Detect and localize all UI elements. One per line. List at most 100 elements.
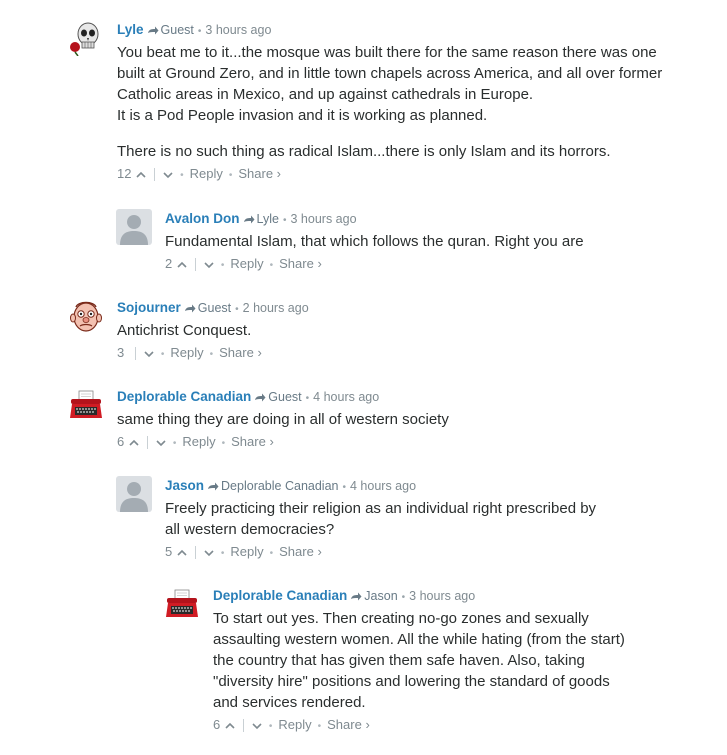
- separator-dot: •: [220, 260, 225, 271]
- comment-paragraph: Fundamental Islam, that which follows th…: [165, 233, 584, 250]
- parent-author[interactable]: Guest: [198, 301, 231, 315]
- separator-dot: •: [160, 349, 165, 360]
- separator-dot: •: [220, 548, 225, 559]
- comment-body: Deplorable Canadian Guest • 4 hours ago sam…: [117, 387, 667, 452]
- comment-timestamp[interactable]: 3 hours ago: [291, 212, 357, 226]
- reply-button[interactable]: Reply: [230, 544, 263, 559]
- upvote-icon[interactable]: [176, 259, 188, 271]
- vote-count: 12: [117, 166, 132, 181]
- comment-footer: 6 • Reply • Share ›: [117, 432, 667, 452]
- author-name[interactable]: Avalon Don: [165, 211, 240, 226]
- comment-text: Antichrist Conquest.: [117, 320, 667, 341]
- comment-footer: 2 • Reply • Share ›: [165, 254, 675, 274]
- comment-text: Fundamental Islam, that which follows th…: [165, 231, 675, 252]
- avatar[interactable]: [68, 20, 104, 56]
- author-name[interactable]: Lyle: [117, 22, 144, 37]
- default-avatar-icon: [116, 209, 152, 245]
- upvote-icon[interactable]: [224, 720, 236, 732]
- vote-count: 5: [165, 544, 173, 559]
- parent-author[interactable]: Guest: [268, 390, 301, 404]
- parent-author[interactable]: Guest: [161, 23, 194, 37]
- separator-dot: •: [268, 721, 273, 732]
- separator-dot: •: [180, 170, 184, 181]
- comment-header: Deplorable Canadian Jason • 3 hours ago: [213, 586, 638, 606]
- separator-dot: •: [269, 260, 274, 271]
- comment-text: same thing they are doing in all of west…: [117, 409, 667, 430]
- share-button[interactable]: Share ›: [279, 256, 322, 271]
- avatar[interactable]: [164, 586, 200, 622]
- vote-divider: [154, 168, 156, 182]
- comment-paragraph: Antichrist Conquest.: [117, 322, 252, 339]
- share-button[interactable]: Share ›: [279, 544, 322, 559]
- comment-text: To start out yes. Then creating no-go zo…: [213, 608, 638, 713]
- separator-dot: •: [317, 721, 322, 732]
- comment-paragraph: You beat me to it...the mosque was built…: [117, 44, 663, 124]
- separator-dot: •: [221, 438, 226, 449]
- downvote-icon[interactable]: [203, 259, 215, 271]
- separator-dot: •: [197, 26, 202, 37]
- comment-timestamp[interactable]: 4 hours ago: [313, 390, 379, 404]
- reply-arrow-icon: [255, 393, 266, 402]
- comment-body: Deplorable Canadian Jason • 3 hours ago To …: [213, 586, 638, 735]
- share-button[interactable]: Share ›: [231, 434, 274, 449]
- upvote-icon[interactable]: [176, 547, 188, 559]
- avatar[interactable]: [68, 298, 104, 334]
- avatar[interactable]: [116, 209, 152, 245]
- downvote-icon[interactable]: [162, 169, 174, 181]
- avatar[interactable]: [116, 476, 152, 512]
- comment-timestamp[interactable]: 2 hours ago: [243, 301, 309, 315]
- reply-button[interactable]: Reply: [170, 345, 203, 360]
- reply-button[interactable]: Reply: [278, 717, 311, 732]
- author-name[interactable]: Sojourner: [117, 300, 181, 315]
- author-name[interactable]: Deplorable Canadian: [117, 389, 251, 404]
- comment-footer: 12 • Reply • Share ›: [117, 164, 667, 184]
- separator-dot: •: [235, 304, 239, 315]
- reply-button[interactable]: Reply: [190, 166, 223, 181]
- reply-arrow-icon: [243, 215, 255, 224]
- typewriter-avatar-icon: [164, 586, 200, 622]
- separator-dot: •: [305, 393, 310, 404]
- parent-author[interactable]: Lyle: [257, 212, 279, 226]
- reply-button[interactable]: Reply: [230, 256, 263, 271]
- downvote-icon[interactable]: [251, 720, 263, 732]
- author-name[interactable]: Deplorable Canadian: [213, 588, 347, 603]
- separator-dot: •: [282, 215, 287, 226]
- comment-paragraph: Freely practicing their religion as an i…: [165, 500, 597, 538]
- avatar[interactable]: [68, 387, 104, 423]
- downvote-icon[interactable]: [143, 348, 155, 360]
- upvote-icon[interactable]: [128, 437, 140, 449]
- comment-timestamp[interactable]: 4 hours ago: [350, 479, 416, 493]
- separator-dot: •: [269, 548, 274, 559]
- author-name[interactable]: Jason: [165, 478, 204, 493]
- parent-author[interactable]: Jason: [364, 589, 397, 603]
- comment-body: Lyle Guest • 3 hours ago You beat me to it.…: [117, 20, 667, 184]
- comment-timestamp[interactable]: 3 hours ago: [205, 23, 271, 37]
- separator-dot: •: [209, 349, 214, 360]
- comment-footer: 3 • Reply • Share ›: [117, 343, 667, 363]
- share-button[interactable]: Share ›: [238, 166, 281, 181]
- comment-header: Deplorable Canadian Guest • 4 hours ago: [117, 387, 667, 407]
- separator-dot: •: [401, 592, 406, 603]
- reply-arrow-icon: [208, 482, 219, 491]
- comment-header: Lyle Guest • 3 hours ago: [117, 20, 667, 40]
- comment-text: Freely practicing their religion as an i…: [165, 498, 615, 540]
- share-button[interactable]: Share ›: [327, 717, 370, 732]
- comment-text: You beat me to it...the mosque was built…: [117, 42, 667, 162]
- upvote-icon[interactable]: [135, 169, 147, 181]
- comment-paragraph: same thing they are doing in all of west…: [117, 411, 449, 428]
- vote-divider: [194, 546, 196, 560]
- downvote-icon[interactable]: [203, 547, 215, 559]
- typewriter-avatar-icon: [68, 387, 104, 423]
- comment-paragraph: To start out yes. Then creating no-go zo…: [213, 610, 625, 711]
- comment-timestamp[interactable]: 3 hours ago: [409, 589, 475, 603]
- downvote-icon[interactable]: [155, 437, 167, 449]
- vote-divider: [194, 258, 196, 272]
- comment-body: Sojourner Guest • 2 hours ago Antichrist Co…: [117, 298, 667, 363]
- parent-author[interactable]: Deplorable Canadian: [221, 479, 338, 493]
- vote-count: 2: [165, 256, 173, 271]
- reply-button[interactable]: Reply: [182, 434, 215, 449]
- share-button[interactable]: Share ›: [219, 345, 262, 360]
- cartoon-face-avatar-icon: [68, 298, 104, 334]
- reply-arrow-icon: [351, 592, 362, 601]
- vote-count: 6: [213, 717, 221, 732]
